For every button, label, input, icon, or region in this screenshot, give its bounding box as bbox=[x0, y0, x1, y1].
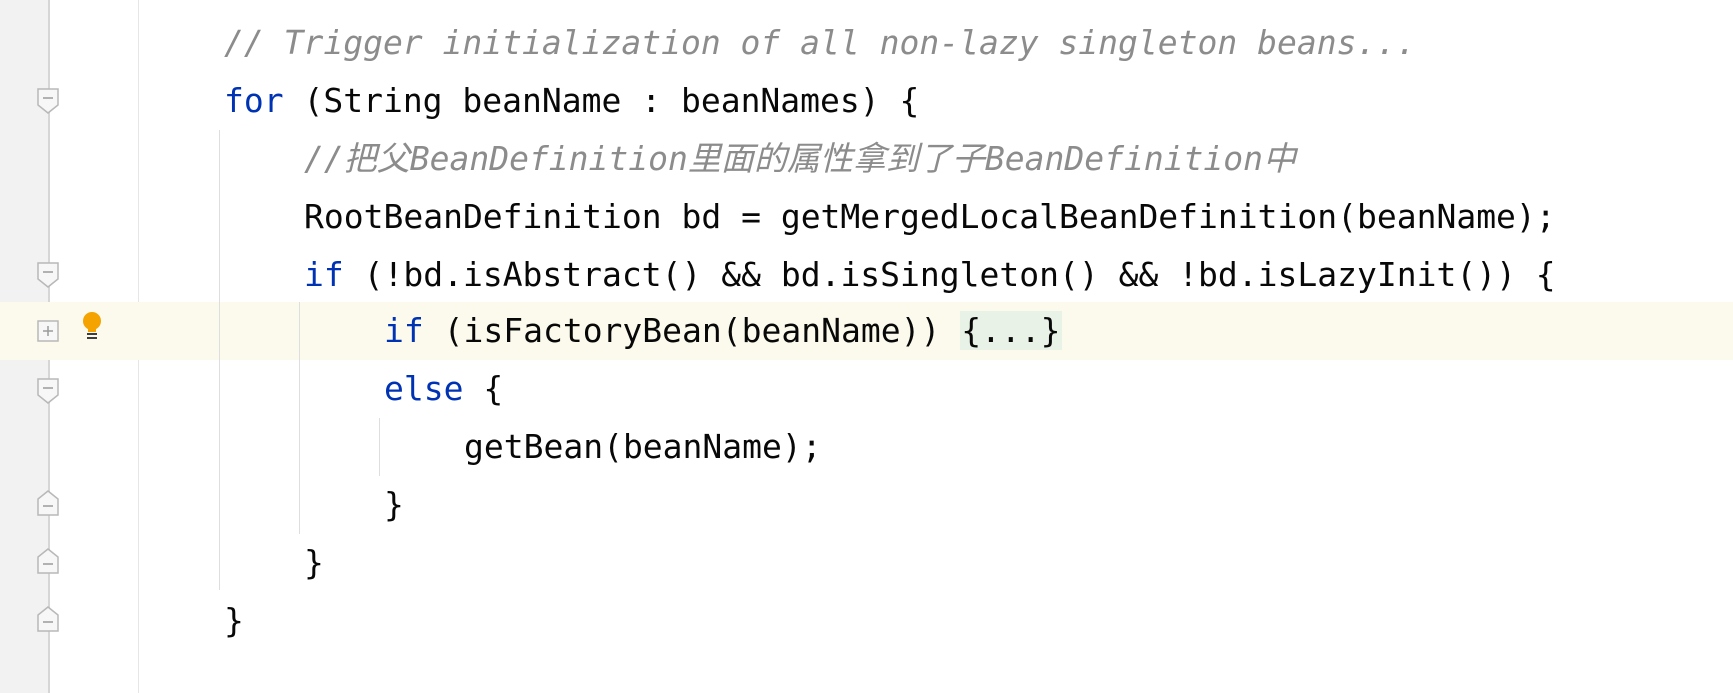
get-bean-call-line[interactable]: getBean(beanName); bbox=[464, 418, 822, 476]
keyword-if: if bbox=[384, 311, 424, 350]
keyword-for: for bbox=[224, 81, 284, 120]
folded-code-block[interactable]: {...} bbox=[960, 311, 1062, 350]
unfold-marker-icon[interactable] bbox=[37, 320, 59, 346]
fold-start-icon[interactable] bbox=[37, 88, 59, 114]
merged-bean-definition-line[interactable]: RootBeanDefinition bd = getMergedLocalBe… bbox=[304, 188, 1556, 246]
fold-end-icon[interactable] bbox=[37, 548, 59, 574]
fold-end-icon[interactable] bbox=[37, 606, 59, 632]
indent-guide bbox=[379, 418, 380, 476]
for-loop-header: (String beanName : beanNames) { bbox=[283, 81, 920, 120]
factory-bean-condition: (isFactoryBean(beanName)) bbox=[423, 311, 961, 350]
fold-start-icon[interactable] bbox=[37, 378, 59, 404]
if-condition-line[interactable]: if (!bd.isAbstract() && bd.isSingleton()… bbox=[304, 246, 1556, 304]
closing-brace: } bbox=[224, 601, 244, 640]
fold-end-icon[interactable] bbox=[37, 490, 59, 516]
code-editor[interactable]: // Trigger initialization of all non-laz… bbox=[0, 0, 1733, 693]
indent-guide bbox=[299, 302, 300, 534]
factory-bean-check-line[interactable]: if (isFactoryBean(beanName)) {...} bbox=[384, 302, 1062, 360]
else-brace: { bbox=[463, 369, 504, 408]
if-condition: (!bd.isAbstract() && bd.isSingleton() &&… bbox=[343, 255, 1556, 294]
fold-start-icon[interactable] bbox=[37, 262, 59, 288]
keyword-if: if bbox=[304, 255, 344, 294]
comment-line-chinese: //把父BeanDefinition里面的属性拿到了子BeanDefinitio… bbox=[304, 139, 1297, 178]
keyword-else: else bbox=[384, 369, 464, 408]
intention-bulb-icon[interactable] bbox=[80, 311, 104, 341]
comment-line: // Trigger initialization of all non-laz… bbox=[224, 23, 1417, 62]
closing-brace: } bbox=[304, 543, 324, 582]
indent-guide bbox=[219, 130, 220, 590]
closing-brace: } bbox=[384, 485, 404, 524]
else-line[interactable]: else { bbox=[384, 360, 503, 418]
for-loop-line[interactable]: for (String beanName : beanNames) { bbox=[224, 72, 919, 130]
